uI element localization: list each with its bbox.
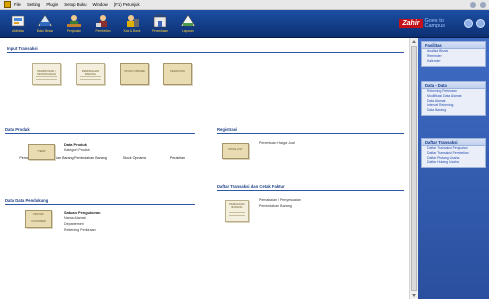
inventory-icon [152, 12, 169, 28]
app-icon [4, 1, 11, 8]
toolbar-aktivitas-button[interactable]: Aktivitas [6, 12, 30, 36]
pemindahan-barang-link[interactable]: Pemindahan Barang [259, 204, 292, 208]
section-registrasi: Registrasi [217, 127, 238, 132]
section-daftar-cetak: Daftar Transaksi dan Cetak Faktur [217, 184, 285, 189]
vertical-scrollbar[interactable] [409, 38, 418, 299]
departemen-link[interactable]: Departemen [64, 222, 84, 226]
section-input-transaksi: Input Transaksi [7, 46, 38, 51]
window-controls [470, 2, 486, 8]
section-divider [7, 52, 404, 53]
nama-alamat-link[interactable]: Nama Alamat [64, 216, 86, 220]
pemakaian-penyesuaian-link[interactable]: Pemakaian / Penyesuaian [259, 198, 301, 202]
pemakaian-barang-doc-icon[interactable]: PEMAKAIAN BARANG [225, 200, 249, 222]
section-data-produk: Data Produk [5, 127, 30, 132]
section-divider [217, 133, 404, 134]
main-toolbar: Aktivitas Buku Besar Penjualan Pembelian… [0, 10, 489, 38]
sidebar-data-data: Data - Data Rekening Perkiraan Modifikas… [421, 81, 486, 116]
stock-opname-label[interactable]: Stock Opname [114, 156, 155, 160]
help-icon[interactable] [464, 19, 473, 28]
section-divider [5, 204, 195, 205]
penentuan-harga-link[interactable]: Penentuan Harga Jual [259, 141, 295, 145]
aktivitas-icon [10, 12, 27, 28]
satuan-pengukuran-link[interactable]: Satuan Pengukuran [64, 210, 101, 215]
stock-opname-doc-icon[interactable]: STOCK OPNAME [120, 63, 149, 85]
menu-window[interactable]: Window [93, 2, 108, 7]
rekening-perkiraan-link[interactable]: Rekening Perkiraan [64, 228, 96, 232]
toolbar-buku-besar-button[interactable]: Buku Besar [33, 12, 57, 36]
menu-petunjuk[interactable]: (F1) Petunjuk [114, 2, 140, 7]
section-divider [5, 133, 195, 134]
toolbar-kas-bank-button[interactable]: Kas & Bank [120, 12, 144, 36]
toolbar-right-controls [464, 19, 485, 28]
minimize-icon[interactable] [470, 2, 476, 8]
perakitan-doc-icon[interactable]: PERAKITAN [163, 63, 192, 85]
menu-file[interactable]: File [14, 2, 21, 7]
close-icon[interactable] [480, 2, 486, 8]
sidebar-link-data-barang[interactable]: Data Barang [422, 108, 485, 113]
zahir-logo: Zahir Goes to Campus [399, 16, 445, 31]
ledger-icon [37, 12, 54, 28]
scroll-thumb[interactable] [411, 46, 417, 291]
items-doc-icon[interactable]: ITEMS [28, 144, 55, 160]
menu-setup-buku[interactable]: Setup Buku [64, 2, 86, 7]
scroll-down-icon[interactable] [412, 294, 416, 297]
kategori-produk-link[interactable]: Kategori Produk [64, 148, 90, 152]
right-sidebar: Fasilitas Analisa Bisnis Reminder Kalend… [418, 38, 489, 299]
section-divider [217, 190, 404, 191]
price-list-doc-icon[interactable]: PRICE LIST [222, 143, 249, 159]
bank-icon [124, 12, 141, 28]
pemindahan-doc-icon[interactable]: PEMINDAHAN BARANG [76, 63, 105, 85]
sales-icon [66, 12, 83, 28]
proyek-customer-doc-icon[interactable]: PROYEK CUSTOMER [25, 210, 52, 228]
pemindahan-label[interactable]: Pemindahan Barang [66, 156, 115, 160]
report-icon [180, 12, 197, 28]
sidebar-link-kalender[interactable]: Kalender [422, 59, 485, 64]
pemakaian-doc-icon[interactable]: PERMINTAAN / PENYESUAIAN [32, 63, 61, 85]
data-produk-link[interactable]: Data Produk [64, 142, 87, 147]
main-panel: Input Transaksi PERMINTAAN / PENYESUAIAN… [0, 38, 409, 299]
toolbar-penjualan-button[interactable]: Penjualan [62, 12, 86, 36]
sidebar-link-hutang-usaha[interactable]: Daftar Hutang Usaha [422, 160, 485, 165]
toolbar-laporan-button[interactable]: Laporan [176, 12, 200, 36]
toolbar-persediaan-button[interactable]: Persediaan [148, 12, 172, 36]
menu-bar: File Setting Plugin Setup Buku Window (F… [0, 0, 489, 10]
sidebar-fasilitas: Fasilitas Analisa Bisnis Reminder Kalend… [421, 41, 486, 67]
purchase-icon [95, 12, 112, 28]
sidebar-daftar-transaksi: Daftar Transaksi Daftar Transaksi Penjua… [421, 138, 486, 168]
toolbar-pembelian-button[interactable]: Pembelian [91, 12, 115, 36]
menu-plugin[interactable]: Plugin [46, 2, 58, 7]
section-data-pendukung: Data Data Pendukung [5, 198, 49, 203]
perakitan-label[interactable]: Perakitan [159, 156, 196, 160]
scroll-up-icon[interactable] [412, 40, 416, 43]
settings-icon[interactable] [476, 19, 485, 28]
menu-setting[interactable]: Setting [27, 2, 40, 7]
